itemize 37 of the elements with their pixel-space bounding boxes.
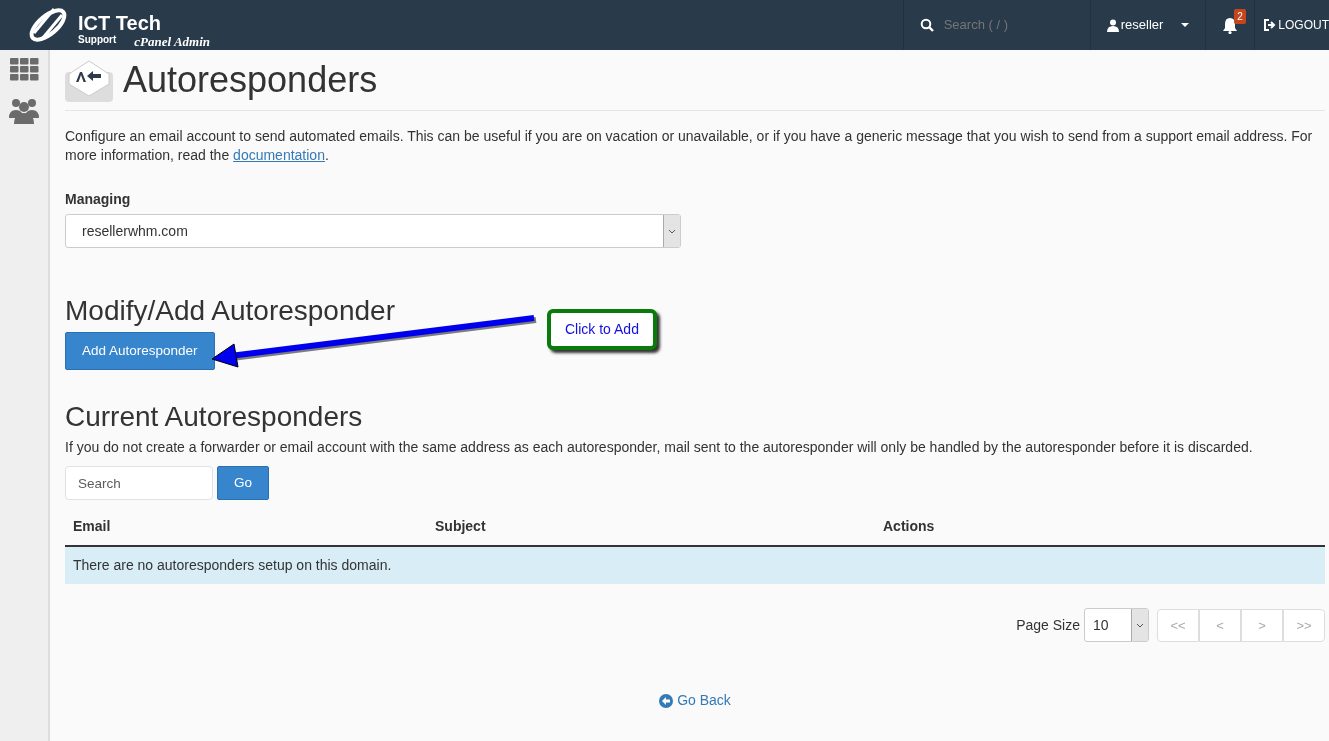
envelope-icon — [65, 58, 113, 102]
back-icon — [659, 693, 674, 708]
info-text: If you do not create a forwarder or email account with the same address as each autoresponder, mail sent to the autoresponder will only be handled by the autoresponder before it is discarded. — [65, 438, 1254, 458]
search-field[interactable]: Search — [65, 466, 213, 501]
user-menu[interactable]: reseller — [1090, 15, 1206, 35]
page-title: Autoresponders — [123, 58, 378, 102]
brand-name: ICT Tech — [78, 13, 162, 32]
page-size-label: Page Size — [1016, 615, 1080, 635]
users-icon[interactable] — [9, 96, 39, 124]
section-heading: Modify/Add Autoresponder — [65, 294, 395, 328]
grid-icon[interactable] — [9, 58, 39, 82]
search-icon — [919, 18, 934, 32]
chevron-icon — [668, 228, 676, 234]
logout-link[interactable]: LOGOUT — [1255, 16, 1329, 34]
column-header: Email — [73, 518, 111, 535]
logout-icon — [1263, 19, 1277, 31]
bell-icon[interactable] — [1222, 17, 1239, 35]
managing-label: Managing — [65, 190, 132, 209]
annotation-callout: Click to Add — [547, 309, 657, 350]
caret-icon — [1181, 23, 1190, 27]
add-autoresponder-button[interactable]: Add Autoresponder — [65, 331, 215, 370]
notification-badge: 2 — [1234, 8, 1246, 24]
domain-select[interactable]: resellerwhm.com — [65, 214, 681, 248]
column-header: Actions — [883, 518, 935, 535]
empty-table-message: There are no autoresponders setup on this domain. — [65, 547, 1325, 585]
intro-text: Configure an email account to send automated emails. This can be useful if you are on vacation or unavailable, or if you have a generic message that you wish to send from a support email address. For more information, read the documentation. — [65, 127, 1314, 165]
chevron-icon — [1136, 622, 1144, 628]
product-name: cPanel Admin — [134, 32, 211, 51]
search-field[interactable]: Search ( / ) — [941, 14, 1072, 36]
go-back-link[interactable]: Go Back — [659, 690, 731, 712]
user-icon — [1106, 18, 1119, 32]
section-heading: Current Autoresponders — [65, 399, 363, 434]
page-size-select[interactable]: 10 — [1084, 608, 1149, 643]
documentation-link[interactable]: documentation — [233, 147, 325, 163]
column-header: Subject — [435, 518, 486, 535]
brand-subtitle: Support — [78, 33, 117, 47]
go-button[interactable]: Go — [217, 466, 269, 501]
